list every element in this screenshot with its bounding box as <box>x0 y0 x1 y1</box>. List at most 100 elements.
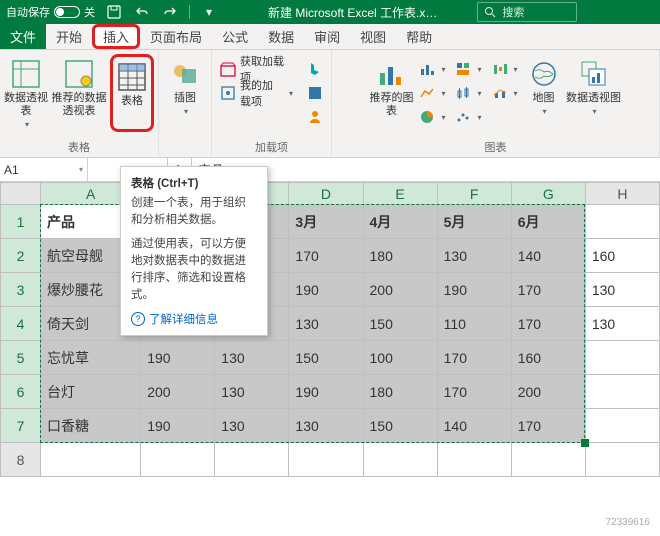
name-box[interactable]: A1 <box>0 158 88 181</box>
tab-file[interactable]: 文件 <box>0 24 46 49</box>
cell[interactable]: 190 <box>437 273 511 307</box>
row-header[interactable]: 2 <box>1 239 41 273</box>
cell[interactable] <box>437 443 511 477</box>
search-input[interactable]: 搜索 <box>477 2 577 22</box>
qat-customize-icon[interactable]: ▾ <box>200 3 218 21</box>
cell[interactable]: 170 <box>511 409 585 443</box>
cell[interactable]: 160 <box>585 239 659 273</box>
cell[interactable] <box>585 205 659 239</box>
cell[interactable]: 180 <box>363 375 437 409</box>
cell[interactable]: 190 <box>141 409 215 443</box>
cell[interactable]: 160 <box>511 341 585 375</box>
cell[interactable] <box>215 443 289 477</box>
cell[interactable]: 130 <box>585 273 659 307</box>
select-all-corner[interactable] <box>1 183 41 205</box>
column-header[interactable]: H <box>585 183 659 205</box>
cell[interactable]: 180 <box>363 239 437 273</box>
tab-formulas[interactable]: 公式 <box>212 24 258 49</box>
cell[interactable] <box>511 443 585 477</box>
cell[interactable]: 口香糖 <box>41 409 141 443</box>
tab-help[interactable]: 帮助 <box>396 24 442 49</box>
waterfall-chart-button[interactable]: ▾ <box>488 58 522 80</box>
cell[interactable]: 130 <box>289 409 363 443</box>
cell[interactable]: 150 <box>363 409 437 443</box>
cell[interactable]: 150 <box>289 341 363 375</box>
cell[interactable]: 200 <box>363 273 437 307</box>
cell[interactable]: 110 <box>437 307 511 341</box>
pivot-chart-button[interactable]: 数据透视图 ▾ <box>566 54 622 132</box>
tab-review[interactable]: 审阅 <box>304 24 350 49</box>
row-header[interactable]: 4 <box>1 307 41 341</box>
cell[interactable]: 6月 <box>511 205 585 239</box>
fill-handle[interactable] <box>581 439 589 447</box>
cell[interactable]: 200 <box>141 375 215 409</box>
cell[interactable]: 190 <box>141 341 215 375</box>
spreadsheet-grid[interactable]: ABCDEFGH1产品1月2月3月4月5月6月2航空母舰130190170180… <box>0 182 660 477</box>
pivot-table-button[interactable]: 数据透视表 ▾ <box>4 54 48 132</box>
cell[interactable]: 台灯 <box>41 375 141 409</box>
column-header[interactable]: F <box>437 183 511 205</box>
cell[interactable]: 130 <box>215 375 289 409</box>
cell[interactable]: 170 <box>289 239 363 273</box>
column-chart-button[interactable]: ▾ <box>415 58 449 80</box>
redo-icon[interactable] <box>161 3 179 21</box>
tooltip-learn-more[interactable]: ? 了解详细信息 <box>131 311 257 327</box>
column-header[interactable]: D <box>289 183 363 205</box>
column-header[interactable]: G <box>511 183 585 205</box>
table-button[interactable]: 表格 <box>110 54 154 132</box>
tab-insert[interactable]: 插入 <box>92 24 140 49</box>
tab-view[interactable]: 视图 <box>350 24 396 49</box>
cell[interactable]: 130 <box>585 307 659 341</box>
illustrations-button[interactable]: 插图 ▾ <box>163 54 207 132</box>
row-header[interactable]: 5 <box>1 341 41 375</box>
column-header[interactable]: E <box>363 183 437 205</box>
tab-home[interactable]: 开始 <box>46 24 92 49</box>
undo-icon[interactable] <box>133 3 151 21</box>
cell[interactable]: 3月 <box>289 205 363 239</box>
cell[interactable]: 190 <box>289 375 363 409</box>
cell[interactable] <box>585 443 659 477</box>
cell[interactable] <box>585 341 659 375</box>
cell[interactable] <box>41 443 141 477</box>
autosave-toggle[interactable]: 自动保存 关 <box>6 4 95 20</box>
row-header[interactable]: 7 <box>1 409 41 443</box>
line-chart-button[interactable]: ▾ <box>415 82 449 104</box>
cell[interactable]: 170 <box>511 307 585 341</box>
cell[interactable]: 130 <box>437 239 511 273</box>
cell[interactable]: 170 <box>437 375 511 409</box>
cell[interactable]: 130 <box>215 341 289 375</box>
cell[interactable]: 170 <box>437 341 511 375</box>
my-addins-button[interactable]: 我的加载项 ▾ <box>216 82 297 104</box>
recommended-pivot-button[interactable]: 推荐的数据透视表 <box>50 54 108 132</box>
tab-page-layout[interactable]: 页面布局 <box>140 24 212 49</box>
cell[interactable]: 150 <box>363 307 437 341</box>
cell[interactable] <box>289 443 363 477</box>
people-graph-button[interactable] <box>303 106 327 128</box>
cell[interactable]: 4月 <box>363 205 437 239</box>
save-icon[interactable] <box>105 3 123 21</box>
cell[interactable]: 130 <box>215 409 289 443</box>
cell[interactable] <box>141 443 215 477</box>
cell[interactable]: 200 <box>511 375 585 409</box>
row-header[interactable]: 1 <box>1 205 41 239</box>
cell[interactable]: 100 <box>363 341 437 375</box>
visio-button[interactable] <box>303 82 327 104</box>
cell[interactable]: 忘忧草 <box>41 341 141 375</box>
cell[interactable]: 170 <box>511 273 585 307</box>
statistic-chart-button[interactable]: ▾ <box>451 82 485 104</box>
cell[interactable]: 140 <box>511 239 585 273</box>
combo-chart-button[interactable]: ▾ <box>488 82 522 104</box>
pie-chart-button[interactable]: ▾ <box>415 106 449 128</box>
bing-maps-button[interactable] <box>303 58 327 80</box>
row-header[interactable]: 8 <box>1 443 41 477</box>
cell[interactable]: 190 <box>289 273 363 307</box>
row-header[interactable]: 6 <box>1 375 41 409</box>
hierarchy-chart-button[interactable]: ▾ <box>451 58 485 80</box>
scatter-chart-button[interactable]: ▾ <box>451 106 485 128</box>
tab-data[interactable]: 数据 <box>258 24 304 49</box>
cell[interactable] <box>585 375 659 409</box>
maps-button[interactable]: 地图 ▾ <box>524 54 564 132</box>
cell[interactable]: 5月 <box>437 205 511 239</box>
cell[interactable]: 130 <box>289 307 363 341</box>
row-header[interactable]: 3 <box>1 273 41 307</box>
